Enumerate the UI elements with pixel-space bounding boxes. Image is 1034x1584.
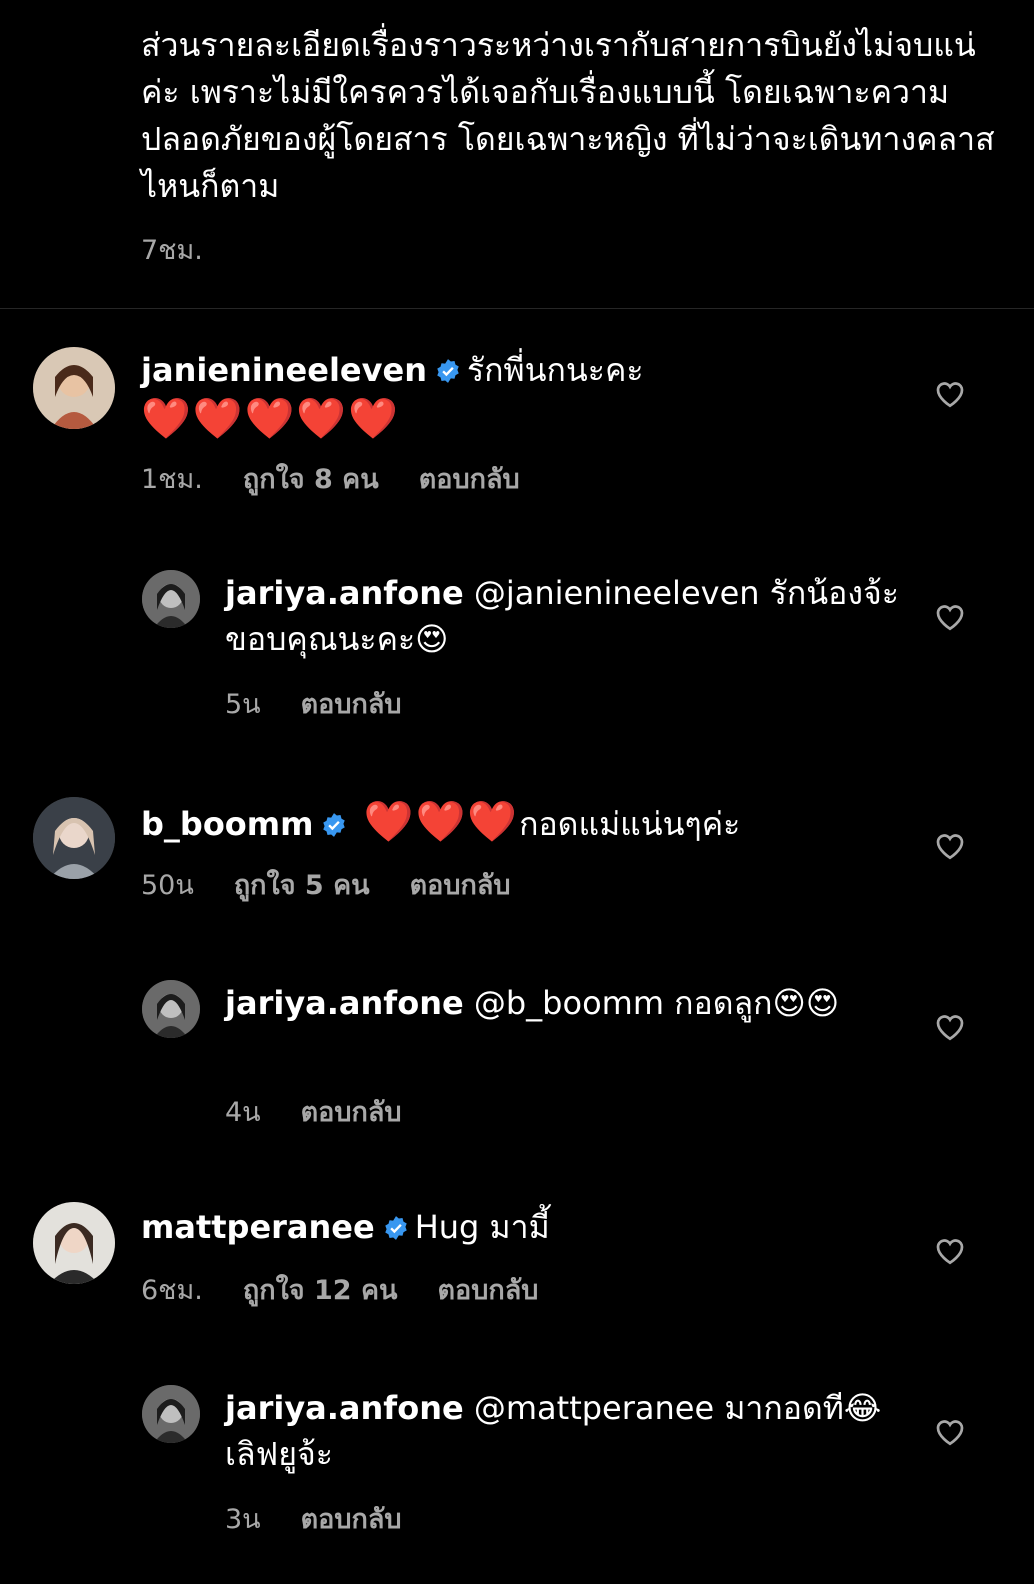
like-button[interactable] [932,1413,968,1449]
like-button[interactable] [932,375,968,411]
comment-time: 50น [141,870,194,901]
heart-emojis: ❤️❤️❤️ [363,799,520,845]
heart-outline-icon [936,382,964,408]
comment-body: jariya.anfone @b_boomm กอดลูก😍😍 [225,980,905,1026]
likes-count[interactable]: ถูกใจ 8 คน [243,464,379,495]
heart-outline-icon [936,1239,964,1265]
username[interactable]: jariya.anfone [225,984,464,1022]
comment-text: Hug มามี้ [414,1208,550,1246]
comment-time: 1ชม. [141,464,203,495]
avatar[interactable] [33,1202,115,1284]
comment-meta: 1ชม. ถูกใจ 8 คน ตอบกลับ [141,457,560,500]
reply-button[interactable]: ตอบกลับ [301,689,402,720]
comments-screen: ส่วนรายละเอียดเรื่องราวระหว่างเรากับสายก… [0,0,1034,1584]
avatar[interactable] [142,1385,200,1443]
reply-button[interactable]: ตอบกลับ [419,464,520,495]
heart-outline-icon [936,605,964,631]
like-button[interactable] [932,1008,968,1044]
username[interactable]: jariya.anfone [225,574,464,612]
verified-badge-icon [435,350,461,396]
comment-time: 3น [225,1504,261,1535]
comment-time: 6ชม. [141,1275,203,1306]
username[interactable]: mattperanee [141,1208,375,1246]
comment-meta: 6ชม. ถูกใจ 12 คน ตอบกลับ [141,1268,578,1311]
comment-time: 4น [225,1097,261,1128]
heart-emojis: ❤️❤️❤️❤️❤️ [141,396,401,442]
username[interactable]: b_boomm [141,805,313,843]
comment-text: @b_boomm กอดลูก😍😍 [473,984,840,1022]
comment-meta: 5น ตอบกลับ [225,682,442,725]
heart-outline-icon [936,834,964,860]
comment-time: 5น [225,689,261,720]
reply-button[interactable]: ตอบกลับ [437,1275,538,1306]
avatar[interactable] [142,980,200,1038]
heart-outline-icon [936,1420,964,1446]
avatar[interactable] [33,797,115,879]
avatar[interactable] [33,347,115,429]
comment-meta: 50น ถูกใจ 5 คน ตอบกลับ [141,863,551,906]
comment-text: กอดแม่แน่นๆค่ะ [519,805,741,843]
verified-badge-icon [383,1207,409,1253]
post-caption: ส่วนรายละเอียดเรื่องราวระหว่างเรากับสายก… [141,26,995,205]
username[interactable]: janienineeleven [141,351,427,389]
divider [0,308,1034,309]
likes-count[interactable]: ถูกใจ 5 คน [234,870,370,901]
like-button[interactable] [932,1232,968,1268]
comment-body: janienineeleven รักพี่นกนะคะ ❤️❤️❤️❤️❤️ [141,347,901,444]
heart-outline-icon [936,1015,964,1041]
comment-text: รักพี่นกนะคะ [466,351,644,389]
reply-button[interactable]: ตอบกลับ [301,1504,402,1535]
comment-body: mattperanee Hug มามี้ [141,1204,901,1253]
comment-meta: 4น ตอบกลับ [225,1090,442,1133]
verified-badge-icon [321,804,347,850]
like-button[interactable] [932,598,968,634]
comment-body: jariya.anfone @mattperanee มากอดที😂เลิฟย… [225,1385,905,1477]
likes-count[interactable]: ถูกใจ 12 คน [243,1275,398,1306]
reply-button[interactable]: ตอบกลับ [410,870,511,901]
caption-timestamp: 7ชม. [141,235,203,266]
reply-button[interactable]: ตอบกลับ [301,1097,402,1128]
comment-meta: 3น ตอบกลับ [225,1497,442,1540]
avatar[interactable] [142,570,200,628]
comment-body: b_boomm ❤️❤️❤️กอดแม่แน่นๆค่ะ [141,799,901,850]
like-button[interactable] [932,827,968,863]
comment-body: jariya.anfone @janienineeleven รักน้องจ้… [225,570,905,662]
username[interactable]: jariya.anfone [225,1389,464,1427]
